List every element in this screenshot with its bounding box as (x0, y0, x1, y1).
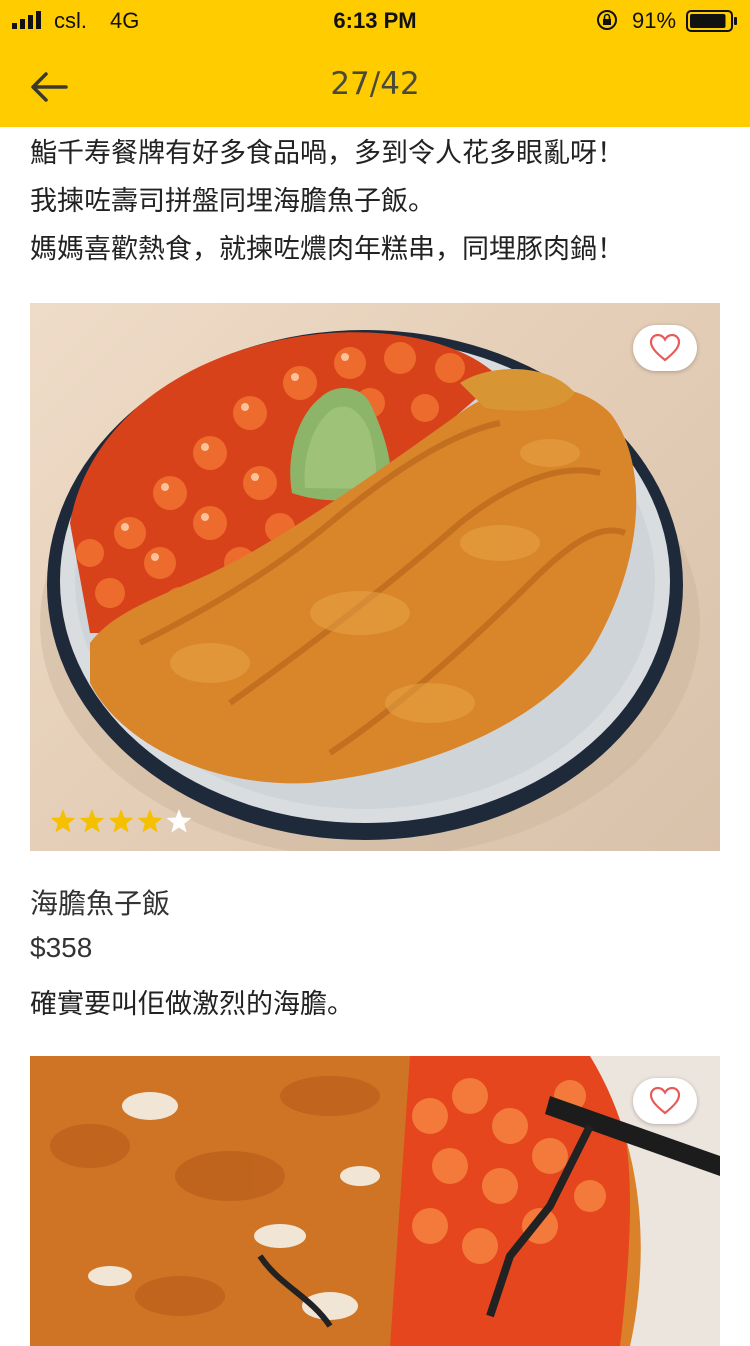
page-counter: 27/42 (330, 66, 420, 102)
dish-photo[interactable] (30, 1056, 720, 1346)
top-bar: csl. 4G 6:13 PM 91% 27/42 (0, 0, 750, 127)
battery-percent: 91% (632, 8, 677, 33)
uni-ikura-bowl-image (40, 330, 700, 851)
intro-line: 我揀咗壽司拼盤同埋海膽魚子飯。 (30, 186, 435, 217)
dish-description: 確實要叫佢做激烈的海膽。 (30, 989, 354, 1020)
heart-icon (649, 1086, 681, 1115)
star-icon (79, 809, 105, 833)
battery-icon (686, 10, 737, 32)
favorite-button[interactable] (633, 325, 697, 371)
star-icon (108, 809, 134, 833)
orientation-lock-icon (597, 10, 617, 30)
favorite-button[interactable] (633, 1078, 697, 1124)
dish-name: 海膽魚子飯 (30, 887, 171, 920)
star-icon (166, 809, 192, 833)
dish-price: $358 (30, 932, 93, 963)
star-icon (50, 809, 76, 833)
star-rating (50, 809, 192, 833)
intro-text: 鮨千寿餐牌有好多食品喎，多到令人花多眼亂呀！ 我揀咗壽司拼盤同埋海膽魚子飯。 媽… (30, 130, 730, 274)
intro-line: 鮨千寿餐牌有好多食品喎，多到令人花多眼亂呀！ (30, 138, 624, 169)
nav-bar: 27/42 (0, 40, 750, 127)
uni-rice-closeup-image (30, 1056, 720, 1346)
star-icon (137, 809, 163, 833)
heart-icon (649, 333, 681, 362)
intro-line: 媽媽喜歡熱食，就揀咗燶肉年糕串，同埋豚肉鍋！ (30, 234, 624, 265)
status-bar: csl. 4G 6:13 PM 91% (0, 0, 750, 40)
dish-photo[interactable] (30, 303, 720, 851)
